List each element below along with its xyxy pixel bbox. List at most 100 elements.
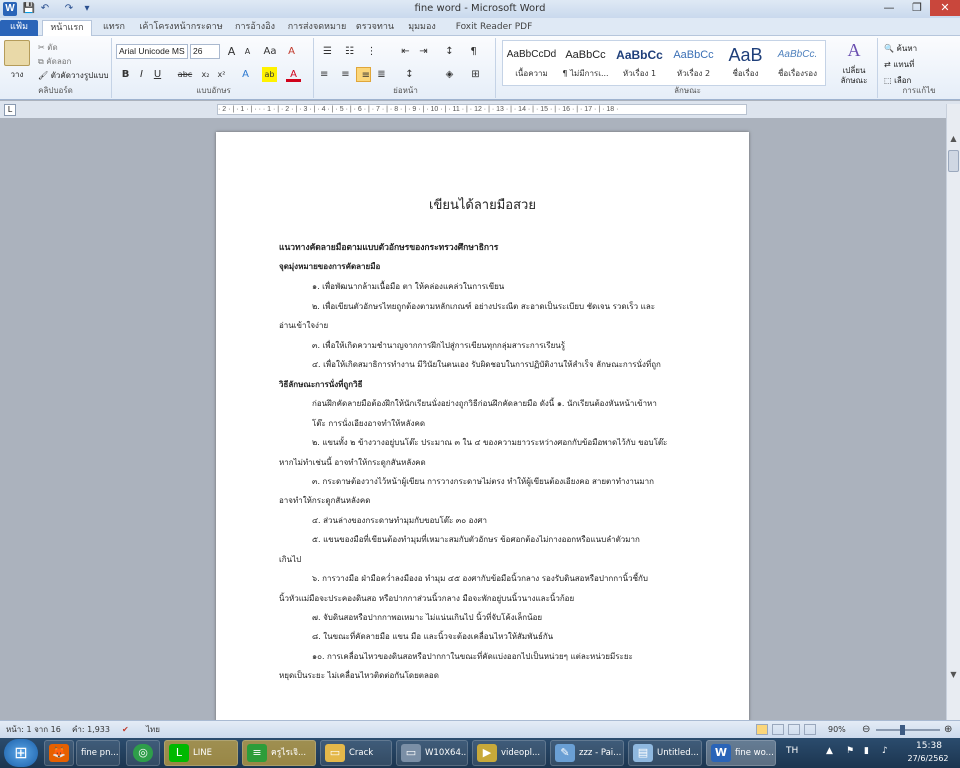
clock-date[interactable]: 27/6/2562 <box>900 754 956 763</box>
undo-icon[interactable]: ↶ <box>38 2 52 16</box>
vertical-scrollbar[interactable]: ▲ ▼ <box>946 104 960 720</box>
save-icon[interactable]: 💾 <box>22 2 36 16</box>
outline-icon[interactable] <box>804 724 816 735</box>
zoom-out-icon[interactable]: ⊖ <box>862 721 870 738</box>
change-case-button[interactable]: Aa <box>260 44 280 59</box>
superscript-button[interactable]: x² <box>214 67 229 82</box>
shrink-font-button[interactable]: A <box>240 44 255 59</box>
style-heading-2[interactable]: AaBbCc หัวเรื่อง 2 <box>666 41 721 85</box>
paste-button[interactable]: วาง <box>4 68 30 81</box>
language-indicator[interactable]: ไทย <box>146 721 160 738</box>
taskbar-item-notes[interactable]: ≡ ครูไรเจิ... <box>242 740 316 766</box>
network-icon[interactable]: ▮ <box>864 746 869 756</box>
decrease-indent-button[interactable]: ⇤ <box>398 44 413 59</box>
spellcheck-icon[interactable]: ✔ <box>122 721 129 738</box>
sort-button[interactable]: ↕ <box>442 44 457 59</box>
taskbar-item-line[interactable]: L LINE <box>164 740 238 766</box>
full-screen-icon[interactable] <box>772 724 784 735</box>
subscript-button[interactable]: x₂ <box>198 67 213 82</box>
text-effects-button[interactable]: A <box>238 67 253 82</box>
tab-foxit-pdf[interactable]: Foxit Reader PDF <box>446 20 542 36</box>
style-subtitle[interactable]: AaBbCc. ชื่อเรื่องรอง <box>770 41 825 85</box>
format-painter-button[interactable]: 🖌 ตัวคัดวางรูปแบบ <box>38 69 109 82</box>
tab-selector-icon[interactable]: L <box>4 104 16 116</box>
volume-icon[interactable]: ♪ <box>882 746 888 756</box>
redo-icon[interactable]: ↷ <box>62 2 76 16</box>
numbering-button[interactable]: ☷ <box>342 44 357 59</box>
copy-button[interactable]: ⧉ คัดลอก <box>38 55 71 68</box>
show-marks-button[interactable]: ¶ <box>466 44 481 59</box>
find-button[interactable]: 🔍 ค้นหา <box>884 42 917 55</box>
change-styles-button[interactable]: เปลี่ยนลักษณะ <box>832 66 876 86</box>
zoom-slider-thumb[interactable] <box>900 725 905 735</box>
align-left-button[interactable]: ≡ <box>320 67 335 82</box>
close-button[interactable]: ✕ <box>930 0 960 16</box>
word-count[interactable]: คำ: 1,933 <box>72 721 110 738</box>
action-center-icon[interactable]: ⚑ <box>846 746 854 756</box>
increase-indent-button[interactable]: ⇥ <box>416 44 431 59</box>
tab-mailings[interactable]: การส่งจดหมาย <box>284 20 350 36</box>
grow-font-button[interactable]: A <box>224 44 239 59</box>
word-logo-icon[interactable]: W <box>3 2 17 16</box>
cut-button[interactable]: ✂ ตัด <box>38 41 58 54</box>
underline-button[interactable]: U <box>150 67 165 82</box>
font-size-select[interactable]: 26 <box>190 44 220 59</box>
replace-button[interactable]: ⇄ แทนที่ <box>884 58 914 71</box>
page-count[interactable]: หน้า: 1 จาก 16 <box>6 721 61 738</box>
align-center-button[interactable]: ≡ <box>338 67 353 82</box>
tab-review[interactable]: ตรวจทาน <box>352 20 398 36</box>
change-styles-icon[interactable]: A <box>842 40 866 62</box>
style-no-spacing[interactable]: AaBbCc ¶ ไม่มีการเ... <box>558 41 613 85</box>
zoom-slider[interactable] <box>876 729 940 731</box>
taskbar-item-word[interactable]: W fine wo... <box>706 740 776 766</box>
taskbar-item-firefox[interactable]: 🦊 <box>44 740 74 766</box>
taskbar-item-paint[interactable]: ✎ zzz - Pai... <box>550 740 624 766</box>
taskbar-item-firefox-2[interactable]: fine pn... <box>76 740 120 766</box>
clear-format-button[interactable]: A <box>284 44 299 59</box>
style-normal[interactable]: AaBbCcDd เนื้อความ <box>504 41 559 85</box>
tab-insert[interactable]: แทรก <box>96 20 132 36</box>
input-language[interactable]: TH <box>786 746 798 756</box>
taskbar-item-drive[interactable]: ▭ W10X64... <box>396 740 468 766</box>
tab-file[interactable]: แฟ้ม <box>0 20 38 36</box>
scroll-thumb[interactable] <box>948 150 959 172</box>
bullets-button[interactable]: ☰ <box>320 44 335 59</box>
web-layout-icon[interactable] <box>788 724 800 735</box>
minimize-button[interactable]: — <box>874 0 904 16</box>
style-title[interactable]: AaB ชื่อเรื่อง <box>718 41 773 85</box>
zoom-in-icon[interactable]: ⊕ <box>944 721 952 738</box>
tab-view[interactable]: มุมมอง <box>402 20 442 36</box>
bold-button[interactable]: B <box>118 67 133 82</box>
font-name-select[interactable]: Arial Unicode MS <box>116 44 188 59</box>
document-page[interactable]: เขียนได้ลายมือสวย แนวทางคัดลายมือตามแบบต… <box>216 132 749 722</box>
multilevel-list-button[interactable]: ⋮ <box>364 44 379 59</box>
borders-button[interactable]: ⊞ <box>468 67 483 82</box>
horizontal-ruler[interactable]: · 2 · | · 1 · | · · · 1 · | · 2 · | · 3 … <box>217 104 747 115</box>
justify-button[interactable]: ≣ <box>374 67 389 82</box>
align-right-button[interactable]: ≡ <box>356 67 371 82</box>
shading-button[interactable]: ◈ <box>442 67 457 82</box>
scroll-up-icon[interactable]: ▲ <box>948 134 959 146</box>
tray-expand-icon[interactable]: ▲ <box>826 746 833 756</box>
taskbar-item-chrome[interactable]: ◎ <box>126 740 160 766</box>
tab-references[interactable]: การอ้างอิง <box>228 20 282 36</box>
style-heading-1[interactable]: AaBbCc หัวเรื่อง 1 <box>612 41 667 85</box>
zoom-level[interactable]: 90% <box>828 721 846 738</box>
taskbar-item-video-player[interactable]: ▶ videopl... <box>472 740 546 766</box>
taskbar-item-notepad[interactable]: ▤ Untitled... <box>628 740 702 766</box>
taskbar-item-crack-folder[interactable]: ▭ Crack <box>320 740 392 766</box>
strikethrough-button[interactable]: abc <box>174 67 196 82</box>
scroll-down-icon[interactable]: ▼ <box>948 670 959 682</box>
clock-time[interactable]: 15:38 <box>904 741 954 751</box>
tab-home[interactable]: หน้าแรก <box>42 20 92 36</box>
highlight-button[interactable]: ab <box>262 67 277 82</box>
font-color-button[interactable]: A <box>286 67 301 82</box>
tab-page-layout[interactable]: เค้าโครงหน้ากระดาษ <box>136 20 226 36</box>
customize-quick-access-icon[interactable]: ▾ <box>80 2 94 16</box>
paste-icon[interactable] <box>4 40 30 66</box>
start-button[interactable]: ⊞ <box>4 739 38 767</box>
line-spacing-button[interactable]: ↕ <box>402 67 417 82</box>
italic-button[interactable]: I <box>134 67 149 82</box>
print-layout-icon[interactable] <box>756 724 768 735</box>
restore-button[interactable]: ❐ <box>902 0 932 16</box>
